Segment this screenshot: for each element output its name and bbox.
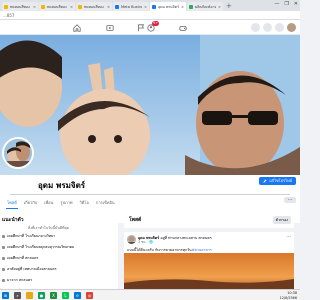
tab-checkins[interactable]: การเช็คอิน: [95, 197, 116, 209]
gaming-icon[interactable]: [178, 23, 187, 32]
menu-grid-button[interactable]: [251, 23, 260, 32]
profile-tabs: โพสต์ เกี่ยวกับ เพื่อน รูปภาพ วิดีโอ การ…: [6, 197, 116, 209]
intro-item: เคยศึกษาที่ โรงเรียนกลางวิทยา: [2, 233, 74, 239]
tab-label: ทดสอบสีทอง โดยคุณนิ: [84, 4, 105, 9]
profile-name: อุดม พรมจิตร์: [38, 181, 86, 190]
browser-tab[interactable]: ทดสอบสีทอง โดยคุณนิ×: [2, 2, 38, 11]
os-taskbar: ⊞ ⌕ ● X L e ◎ 10:38 12/6/2566: [0, 289, 300, 300]
home-icon[interactable]: [72, 23, 81, 32]
chrome-icon[interactable]: ◎: [86, 291, 93, 299]
address-bar[interactable]: ...857: [0, 11, 300, 20]
post-timestamp[interactable]: 3 ชม. · 🌐: [138, 240, 153, 245]
tab-close-icon[interactable]: ×: [70, 5, 73, 9]
tab-favicon-icon: [41, 4, 45, 9]
tab-close-icon[interactable]: ×: [144, 5, 147, 9]
tab-label: ทดสอบสีทอง โดยคุณนิ: [47, 4, 68, 9]
edge-icon[interactable]: e: [74, 291, 81, 299]
intro-item: เคยศึกษาที่ สกลนคร: [2, 255, 74, 261]
browser-tab-active[interactable]: อุดม พรมจิตร์ | Faceboo×: [150, 2, 186, 11]
browser-tab-bar: ทดสอบสีทอง โดยคุณนิ× ทดสอบสีทอง โดยคุณนิ…: [0, 0, 300, 11]
file-explorer-icon[interactable]: [26, 291, 33, 299]
tab-favicon-icon: [152, 4, 156, 9]
tab-label: อุดม พรมจิตร์ | Faceboo: [158, 4, 179, 9]
browser-tab[interactable]: ทดสอบสีทอง โดยคุณนิ×: [76, 2, 112, 11]
account-avatar[interactable]: [287, 23, 296, 32]
tab-label: ผลิตภัณฑ์อาหาร (บัญชีทด: [195, 4, 216, 9]
school-icon: [2, 234, 5, 238]
browser-tab[interactable]: ทดสอบสีทอง โดยคุณนิ×: [39, 2, 75, 11]
facebook-top-nav: 9+: [0, 20, 300, 35]
video-icon[interactable]: [105, 23, 114, 32]
browser-tab[interactable]: Meta Business Suite×: [113, 2, 149, 11]
school-icon: [2, 245, 5, 249]
tab-videos[interactable]: วิดีโอ: [79, 197, 90, 209]
tab-favicon-icon: [115, 4, 119, 9]
notifications-button[interactable]: [275, 23, 284, 32]
posts-title: โพสต์: [129, 217, 142, 223]
post-more-button[interactable]: ···: [286, 234, 291, 240]
profile-avatar[interactable]: [2, 137, 34, 169]
more-options-button[interactable]: ···: [284, 197, 296, 203]
tab-close-icon[interactable]: ×: [181, 5, 184, 9]
tab-close-icon[interactable]: ×: [218, 5, 221, 9]
post-hashtag[interactable]: #ขายอาหาร: [192, 248, 212, 252]
tab-photos[interactable]: รูปภาพ: [59, 197, 73, 209]
tab-posts[interactable]: โพสต์: [6, 197, 18, 209]
tab-close-icon[interactable]: ×: [107, 5, 110, 9]
location-pin-icon: [2, 278, 5, 282]
intro-item: เคยศึกษาที่ โรงเรียนพลุกสมสุวรรณวิทยาคม: [2, 244, 74, 250]
tab-favicon-icon: [78, 4, 82, 9]
edit-profile-button[interactable]: แก้ไขโปรไฟล์: [259, 177, 296, 185]
post-image[interactable]: [124, 253, 294, 293]
intro-title: แนะนำตัว: [2, 217, 24, 223]
post-body: แบบนี้ได้ดีนะครับ กับการขายอาหารทุกวัน: [127, 248, 192, 252]
maximize-button[interactable]: ❐: [284, 1, 288, 7]
account-controls: [251, 23, 296, 32]
system-clock[interactable]: 10:38 12/6/2566: [280, 291, 297, 300]
window-controls: — ❐ ✕: [274, 1, 298, 7]
pencil-icon: [263, 179, 267, 183]
excel-icon[interactable]: X: [50, 291, 57, 299]
intro-details: เคยศึกษาที่ โรงเรียนกลางวิทยา เคยศึกษาที…: [2, 233, 74, 294]
line-app-icon[interactable]: L: [62, 291, 69, 299]
post-author-avatar[interactable]: [127, 235, 136, 244]
flag-icon[interactable]: [136, 23, 145, 32]
notification-badge: 9+: [152, 21, 160, 26]
post-card: อุดม พรมจิตร์ อยู่ที่ ท่ามกลางทะเลสาบ สก…: [124, 228, 294, 293]
intro-item: มาจาก สกลนคร: [2, 277, 74, 283]
tab-favicon-icon: [4, 4, 8, 9]
start-menu-icon[interactable]: ⊞: [2, 291, 9, 299]
close-window-button[interactable]: ✕: [294, 1, 298, 7]
url-text[interactable]: ...857: [3, 13, 14, 18]
new-tab-button[interactable]: +: [226, 2, 232, 11]
posts-panel: โพสต์ ตัวกรอง อุดม พรมจิตร์ อยู่ที่ ท่าม…: [124, 215, 294, 293]
minimize-button[interactable]: —: [274, 1, 279, 7]
tab-favicon-icon: [189, 4, 193, 9]
intro-item-text: อาศัยอยู่ที่ เทศบาลเมืองสกลนคร: [7, 267, 57, 271]
tab-label: ทดสอบสีทอง โดยคุณนิ: [10, 4, 31, 9]
intro-panel: แนะนำตัว สิ่งที่เราทำในวันนี้มันดีที่สุด…: [0, 215, 118, 293]
browser-tab[interactable]: ผลิตภัณฑ์อาหาร (บัญชีทด×: [187, 2, 223, 11]
browser-icon[interactable]: ●: [38, 291, 45, 299]
tab-label: Meta Business Suite: [121, 4, 142, 9]
intro-item-text: เคยศึกษาที่ สกลนคร: [7, 256, 39, 260]
school-icon: [2, 256, 5, 260]
edit-profile-label: แก้ไขโปรไฟล์: [269, 178, 292, 183]
search-icon[interactable]: ⌕: [14, 291, 21, 299]
clock-date: 12/6/2566: [279, 295, 297, 300]
profile-divider: [10, 194, 290, 195]
intro-item: อาศัยอยู่ที่ เทศบาลเมืองสกลนคร: [2, 266, 74, 272]
intro-bio: สิ่งที่เราทำในวันนี้มันดีที่สุด: [28, 226, 70, 230]
intro-item-text: มาจาก สกลนคร: [7, 278, 33, 282]
home-location-icon: [2, 267, 5, 271]
filter-button[interactable]: ตัวกรอง: [272, 216, 291, 224]
intro-item-text: เคยศึกษาที่ โรงเรียนพลุกสมสุวรรณวิทยาคม: [7, 245, 75, 249]
messenger-button[interactable]: [263, 23, 272, 32]
tab-about[interactable]: เกี่ยวกับ: [23, 197, 38, 209]
tab-friends[interactable]: เพื่อน: [43, 197, 54, 209]
tab-close-icon[interactable]: ×: [33, 5, 36, 9]
post-action: อยู่ที่ ท่ามกลางทะเลสาบ สกลนคร: [160, 236, 212, 240]
cover-photo[interactable]: [0, 35, 300, 175]
intro-item-text: เคยศึกษาที่ โรงเรียนกลางวิทยา: [7, 234, 56, 238]
